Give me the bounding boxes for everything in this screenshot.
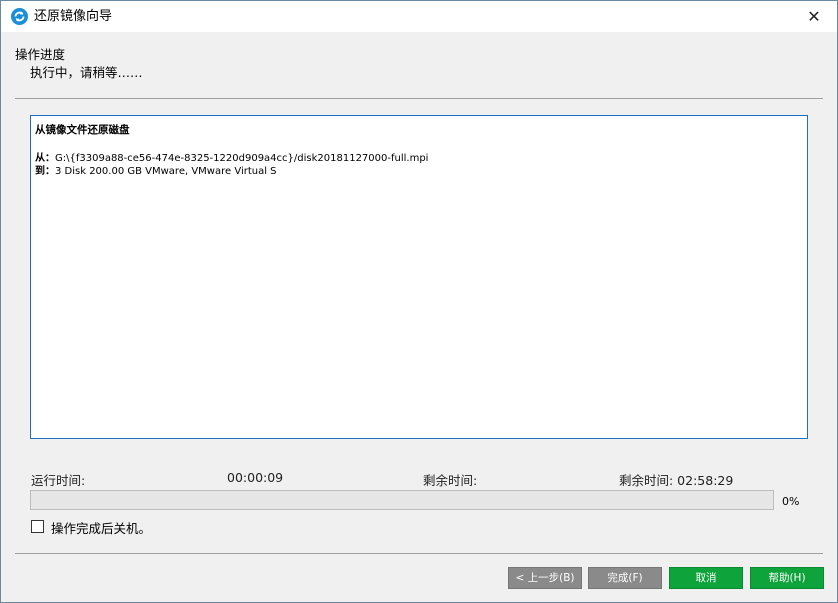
operation-heading: 从镜像文件还原磁盘	[35, 124, 130, 136]
app-logo-icon	[11, 8, 28, 25]
help-button[interactable]: 帮助(H)	[750, 567, 824, 589]
close-icon[interactable]: ✕	[791, 1, 837, 32]
wizard-header: 操作进度 执行中，请稍等……	[1, 32, 837, 98]
target-disk: 3 Disk 200.00 GB VMware, VMware Virtual …	[55, 166, 277, 177]
elapsed-time-value: 00:00:09	[227, 470, 284, 485]
page-title: 操作进度	[15, 47, 66, 62]
remaining-time-value: 剩余时间: 02:58:29	[619, 473, 734, 488]
back-button[interactable]: < 上一步(B)	[508, 567, 582, 589]
target-line: 到：3 Disk 200.00 GB VMware, VMware Virtua…	[35, 162, 277, 177]
shutdown-checkbox-label[interactable]: 操作完成后关机。	[51, 518, 151, 537]
window-title: 还原镜像向导	[34, 9, 113, 24]
elapsed-time-label: 运行时间:	[31, 473, 86, 488]
progress-bar	[30, 490, 774, 510]
restore-image-wizard-window: 还原镜像向导 ✕ 操作进度 执行中，请稍等…… 从镜像文件还原磁盘 从：G:\{…	[0, 0, 838, 603]
target-label: 到：	[35, 166, 55, 177]
finish-button[interactable]: 完成(F)	[588, 567, 662, 589]
page-subtitle: 执行中，请稍等……	[30, 65, 143, 80]
remaining-time-label: 剩余时间:	[423, 473, 478, 488]
footer-divider	[15, 553, 823, 554]
shutdown-checkbox[interactable]	[31, 520, 44, 533]
title-bar[interactable]: 还原镜像向导 ✕	[1, 1, 837, 32]
header-divider	[15, 98, 823, 99]
cancel-button[interactable]: 取消	[669, 567, 743, 589]
progress-percent: 0%	[782, 495, 800, 508]
operation-details-box[interactable]: 从镜像文件还原磁盘 从：G:\{f3309a88-ce56-474e-8325-…	[30, 115, 808, 439]
